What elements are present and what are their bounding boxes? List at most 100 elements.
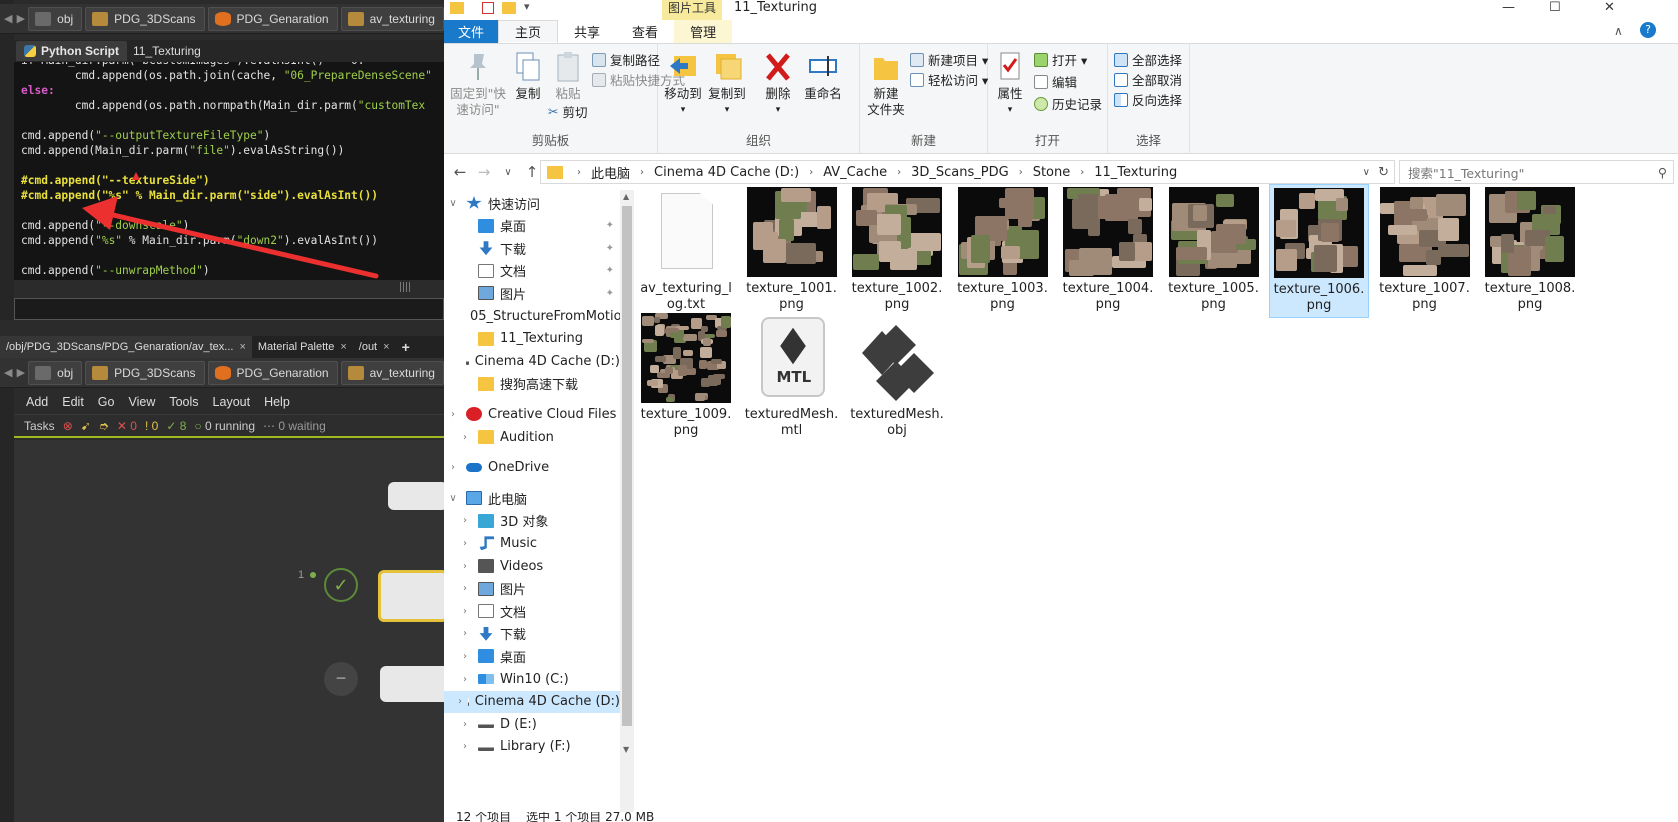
- copy-path-button[interactable]: 复制路径: [592, 50, 660, 69]
- easy-access-button[interactable]: 轻松访问 ▾: [910, 70, 988, 89]
- path-crumb-scans[interactable]: PDG_3DScans: [85, 6, 205, 31]
- address-crumb[interactable]: Cinema 4D Cache (D:): [652, 165, 801, 180]
- move-to-button[interactable]: 移动到 ▾: [662, 50, 704, 118]
- address-separator-icon[interactable]: ›: [889, 167, 909, 178]
- file-item[interactable]: texture_1001.png: [742, 184, 842, 316]
- refresh-icon[interactable]: ↻: [1378, 165, 1389, 180]
- nav-item[interactable]: › 3D 对象: [444, 510, 620, 532]
- minimize-icon[interactable]: —: [1502, 0, 1515, 15]
- path-crumb-scans[interactable]: PDG_3DScans: [85, 360, 205, 385]
- ribbon-tab-0[interactable]: 文件: [444, 20, 499, 43]
- expand-chevron-icon[interactable]: ›: [458, 674, 472, 685]
- address-separator-icon[interactable]: ›: [801, 167, 821, 178]
- expand-chevron-icon[interactable]: ›: [458, 432, 472, 443]
- expand-chevron-icon[interactable]: ∨: [446, 493, 460, 504]
- expand-chevron-icon[interactable]: ›: [458, 741, 472, 752]
- ribbon-tab-4[interactable]: 管理: [674, 20, 733, 43]
- menu-add[interactable]: Add: [26, 395, 48, 409]
- nav-item[interactable]: 05_StructureFromMotio: [444, 305, 620, 327]
- close-tab-icon[interactable]: ×: [383, 341, 389, 353]
- help-icon[interactable]: ?: [1640, 22, 1656, 38]
- menu-help[interactable]: Help: [264, 395, 290, 409]
- path-crumb-obj[interactable]: obj: [28, 6, 83, 31]
- nav-item[interactable]: › 下载: [444, 623, 620, 645]
- nav-item[interactable]: › Audition: [444, 426, 620, 448]
- expand-chevron-icon[interactable]: ›: [458, 583, 472, 594]
- address-separator-icon[interactable]: ›: [1011, 167, 1031, 178]
- network-editor[interactable]: 1 ✓ −: [14, 440, 444, 822]
- select-none-button[interactable]: 全部取消: [1114, 70, 1182, 89]
- nav-item[interactable]: 11_Texturing: [444, 328, 620, 350]
- menu-tools[interactable]: Tools: [169, 395, 198, 409]
- maximize-icon[interactable]: ☐: [1549, 0, 1561, 15]
- paste-button[interactable]: 粘贴: [548, 50, 588, 102]
- file-item[interactable]: texture_1007.png: [1375, 184, 1475, 316]
- expand-chevron-icon[interactable]: ›: [458, 538, 472, 549]
- menu-go[interactable]: Go: [98, 395, 115, 409]
- file-item[interactable]: texturedMesh.obj: [847, 310, 947, 442]
- address-crumb[interactable]: 11_Texturing: [1092, 165, 1179, 180]
- ribbon-tab-1[interactable]: 主页: [498, 20, 559, 43]
- nav-item[interactable]: 文档 ✦: [444, 260, 620, 282]
- cooked-status-icon[interactable]: ✓: [324, 568, 358, 602]
- nav-item[interactable]: 图片 ✦: [444, 282, 620, 304]
- back-icon[interactable]: ◀: [4, 366, 13, 379]
- delete-button[interactable]: 删除 ▾: [760, 50, 796, 118]
- new-folder-button[interactable]: 新建 文件夹: [864, 50, 908, 118]
- forward-arrow-icon[interactable]: →: [472, 163, 496, 181]
- back-icon[interactable]: ◀: [4, 12, 13, 25]
- copy-to-button[interactable]: 复制到 ▾: [706, 50, 748, 118]
- expand-chevron-icon[interactable]: ›: [458, 561, 472, 572]
- back-arrow-icon[interactable]: ←: [448, 163, 472, 181]
- nav-item[interactable]: › Videos: [444, 555, 620, 577]
- search-box[interactable]: 搜索"11_Texturing" ⚲: [1399, 160, 1674, 184]
- nav-item[interactable]: › D (E:): [444, 713, 620, 735]
- expand-chevron-icon[interactable]: ›: [458, 696, 462, 707]
- expand-chevron-icon[interactable]: ›: [446, 462, 460, 473]
- expand-chevron-icon[interactable]: ∨: [446, 198, 460, 209]
- file-item[interactable]: texture_1008.png: [1480, 184, 1580, 316]
- nav-item[interactable]: › 桌面: [444, 645, 620, 667]
- nav-item[interactable]: › Cinema 4D Cache (D:): [444, 690, 620, 713]
- address-crumb[interactable]: 此电脑: [589, 163, 632, 182]
- file-item[interactable]: texture_1005.png: [1164, 184, 1264, 316]
- ribbon-collapse-icon[interactable]: ∧: [1614, 24, 1623, 38]
- file-item[interactable]: MTL texturedMesh.mtl: [742, 310, 842, 442]
- file-item[interactable]: texture_1004.png: [1058, 184, 1158, 316]
- expand-chevron-icon[interactable]: ›: [458, 719, 472, 730]
- nav-item[interactable]: 下载 ✦: [444, 237, 620, 259]
- qat-new-folder-icon[interactable]: [502, 2, 516, 14]
- address-separator-icon[interactable]: ›: [1072, 167, 1092, 178]
- texturing-node[interactable]: [378, 570, 444, 622]
- path-crumb-node[interactable]: av_texturing: [340, 360, 444, 385]
- address-dropdown-icon[interactable]: ∨: [1363, 167, 1370, 178]
- address-crumb[interactable]: Stone: [1031, 165, 1073, 180]
- nav-item[interactable]: › Win10 (C:): [444, 668, 620, 690]
- invert-selection-button[interactable]: 反向选择: [1114, 90, 1182, 109]
- menu-view[interactable]: View: [128, 395, 155, 409]
- properties-button[interactable]: 属性 ▾: [992, 50, 1028, 118]
- recent-dropdown-icon[interactable]: ∨: [496, 167, 520, 178]
- expand-chevron-icon[interactable]: ›: [446, 409, 460, 420]
- nav-item[interactable]: ∨ 快速访问: [444, 192, 620, 214]
- expand-chevron-icon[interactable]: ›: [458, 651, 472, 662]
- menu-layout[interactable]: Layout: [213, 395, 251, 409]
- file-item[interactable]: av_texturing_log.txt: [636, 184, 736, 316]
- address-crumb[interactable]: 3D_Scans_PDG: [909, 165, 1011, 180]
- code-resize-grip[interactable]: [400, 282, 412, 292]
- pin-quick-access-button[interactable]: 固定到"快 速访问": [448, 50, 508, 118]
- close-icon[interactable]: ✕: [1604, 0, 1615, 15]
- file-item[interactable]: texture_1003.png: [953, 184, 1053, 316]
- address-separator-icon[interactable]: ›: [632, 167, 652, 178]
- expand-chevron-icon[interactable]: ›: [458, 515, 472, 526]
- cancel-icon[interactable]: ⊗: [63, 419, 73, 433]
- pane-tab[interactable]: /obj/PDG_3DScans/PDG_Genaration/av_tex..…: [0, 336, 252, 358]
- nav-item[interactable]: › Music: [444, 532, 620, 554]
- open-button[interactable]: 打开 ▾: [1034, 50, 1087, 69]
- nav-item[interactable]: › OneDrive: [444, 457, 620, 479]
- path-crumb-obj[interactable]: obj: [28, 360, 83, 385]
- close-tab-icon[interactable]: ×: [340, 341, 346, 353]
- node-partial-bottom[interactable]: [380, 666, 444, 702]
- path-crumb-gen[interactable]: PDG_Genaration: [207, 6, 338, 31]
- nav-item[interactable]: › 文档: [444, 600, 620, 622]
